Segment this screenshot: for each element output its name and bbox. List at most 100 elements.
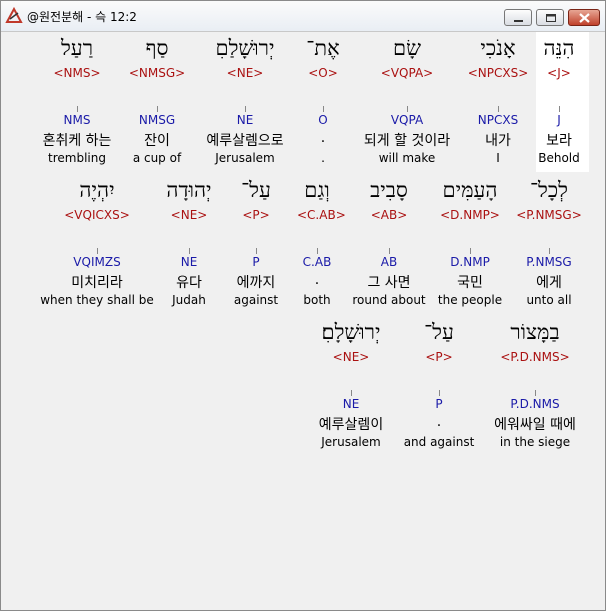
word-divider-tick [498,106,499,112]
morph-tag: <O> [308,66,338,80]
korean-gloss: 내가 [485,133,511,149]
english-gloss: trembling [48,151,106,165]
grammar-code: NMSG [138,113,176,127]
korean-gloss: 에까지 [236,275,276,291]
english-gloss: in the siege [499,435,571,449]
minimize-button[interactable] [504,9,532,26]
korean-gloss: . [320,130,326,146]
analysis-pane[interactable]: הִנֵּה <J> J 보라 Behold אָנֹכִי <NPCXS> NPCXS 내가 I… [5,32,601,605]
korean-gloss: 에게 [536,275,562,291]
word-divider-tick [535,390,536,396]
word-cell[interactable]: בַמָּצוֹר <P.D.NMS> P.D.NMS 에워싸일 때에 in the s… [485,316,585,452]
word-divider-tick [157,106,158,112]
word-cell[interactable]: רַעַל <NMS> NMS 혼취케 하는 trembling [27,32,127,168]
word-cell[interactable]: הָעַמִּים <D.NMP> D.NMP 국민 the people [433,174,507,310]
morph-tag: <J> [547,66,571,80]
word-cell[interactable]: יְרוּשָׁלַםִ <NE> NE 예루살렘으로 Jerusalem [193,32,297,168]
window: @원전분해 - 슥 12:2 הִנֵּה <J> J 보라 Behold אָנֹכִי… [0,0,606,611]
word-cell[interactable]: יְרוּשָׁלָםִ׃ <NE> NE 예루살렘이 Jerusalem [313,316,389,452]
english-gloss: Judah [172,293,206,307]
morph-tag: <VQICXS> [64,208,130,222]
korean-gloss: 되게 할 것이라 [363,133,451,149]
morph-tag: <VQPA> [380,66,434,80]
word-cell[interactable]: אֶת־ <O> O.. [303,32,343,168]
hebrew-word: יְהוּדָה [166,178,212,202]
hebrew-word: יְרוּשָׁלָםִ׃ [321,320,381,344]
app-logo-icon[interactable] [5,6,23,25]
english-gloss: Behold [538,151,580,165]
morph-tag: <NMSG> [128,66,186,80]
grammar-code: NMS [63,113,91,127]
grammar-code: AB [380,255,398,269]
word-cell[interactable]: הִנֵּה <J> J 보라 Behold [531,32,587,168]
grammar-code: P [435,397,443,411]
korean-gloss: 보라 [546,133,572,149]
grammar-code: NE [236,113,254,127]
minimize-icon [514,20,523,22]
hebrew-word: וְגַם [304,178,330,202]
hebrew-word: רַעַל [60,36,94,60]
word-divider-tick [77,106,78,112]
grammar-code: J [557,113,561,127]
english-gloss: when they shall be [40,293,154,307]
word-cell[interactable]: עַל־ <P> P. and against [401,316,477,452]
word-divider-tick [256,248,257,254]
english-gloss: against [233,293,279,307]
morph-tag: <P.NMSG> [516,208,582,222]
grammar-code: VQIMZS [73,255,121,269]
word-divider-tick [549,248,550,254]
maximize-button[interactable] [536,9,564,26]
word-divider-tick [439,390,440,396]
korean-gloss: 유다 [176,275,202,291]
word-cell[interactable]: יִהְיֶה <VQICXS> VQIMZS 미치리라 when they shall… [37,174,157,310]
english-gloss: both [303,293,331,307]
english-gloss: and against [403,435,475,449]
english-gloss: . [321,151,325,165]
korean-gloss: 그 사면 [367,275,411,291]
grammar-code: P [252,255,260,269]
word-cell[interactable]: אָנֹכִי <NPCXS> NPCXS 내가 I [464,32,532,168]
grammar-code: VQPA [390,113,424,127]
title-bar[interactable]: @원전분해 - 슥 12:2 [1,1,605,32]
word-cell[interactable]: לְכָל־ <P.NMSG> P.NMSG 에게 unto all [516,174,582,310]
hebrew-word: הָעַמִּים [442,178,498,202]
word-divider-tick [97,248,98,254]
word-divider-tick [189,248,190,254]
hebrew-word: יִהְיֶה [79,178,115,202]
hebrew-word: אָנֹכִי [480,36,516,60]
word-cell[interactable]: יְהוּדָה <NE> NE 유다 Judah [163,174,215,310]
maximize-icon [546,14,556,22]
morph-tag: <AB> [370,208,408,222]
close-button[interactable] [568,9,600,26]
grammar-code: O [318,113,328,127]
grammar-code: P.NMSG [526,255,572,269]
word-divider-tick [407,106,408,112]
morph-tag: <P> [425,350,453,364]
english-gloss: Jerusalem [215,151,275,165]
word-cell[interactable]: עַל־ <P> P 에까지 against [231,174,281,310]
hebrew-word: עַל־ [424,320,454,344]
word-cell[interactable]: שָׂם <VQPA> VQPA 되게 할 것이라 will make [349,32,465,168]
word-divider-tick [559,106,560,112]
english-gloss: I [496,151,500,165]
korean-gloss: 국민 [457,275,483,291]
word-cell[interactable]: סַף <NMSG> NMSG 잔이 a cup of [126,32,188,168]
morph-tag: <D.NMP> [440,208,500,222]
word-divider-tick [470,248,471,254]
word-divider-tick [351,390,352,396]
word-cell[interactable]: סָבִיב <AB> AB 그 사면 round about [349,174,429,310]
morph-tag: <P> [242,208,270,222]
hebrew-word: אֶת־ [306,36,340,60]
word-divider-tick [323,106,324,112]
grammar-code: D.NMP [450,255,490,269]
english-gloss: round about [352,293,426,307]
morph-tag: <NE> [332,350,370,364]
grammar-code: NE [342,397,360,411]
korean-gloss: . [314,272,320,288]
grammar-code: C.AB [302,255,332,269]
word-cell[interactable]: וְגַם <C.AB> C.AB. both [297,174,346,310]
word-divider-tick [245,106,246,112]
grammar-code: P.D.NMS [510,397,560,411]
korean-gloss: 예루살렘이 [318,417,384,433]
hebrew-word: בַמָּצוֹר [510,320,560,344]
